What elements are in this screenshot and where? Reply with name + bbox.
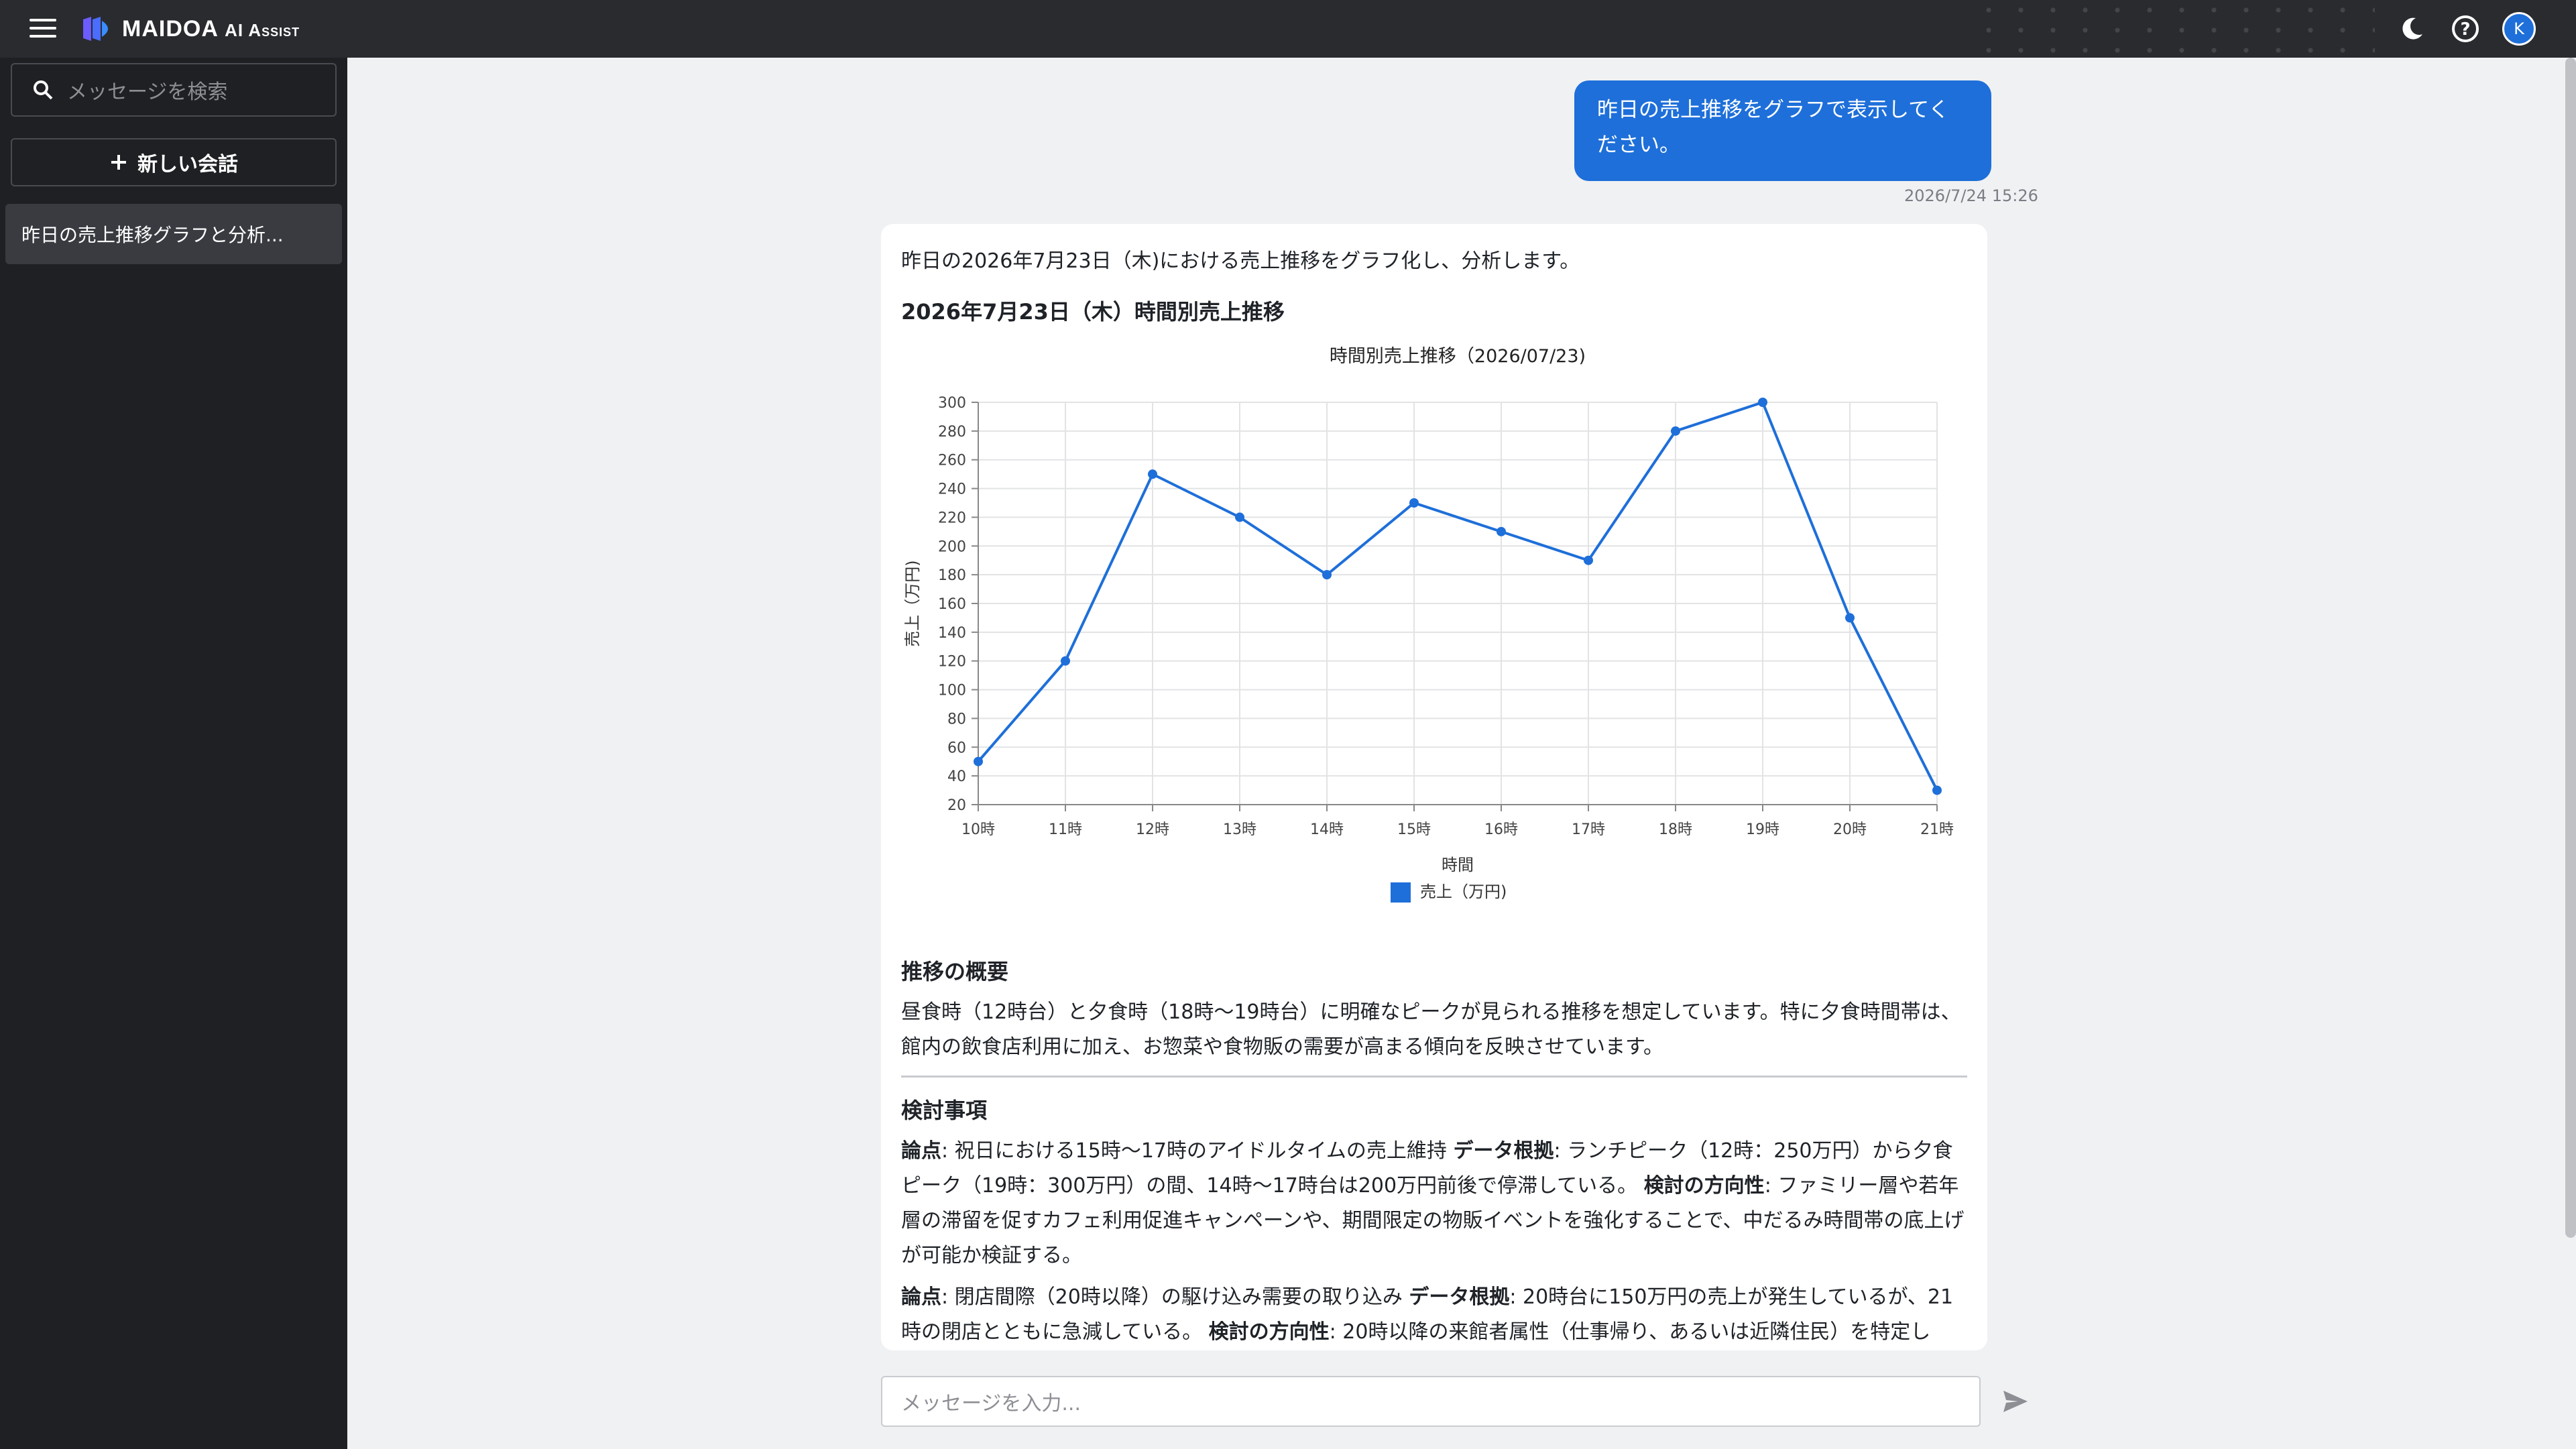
consideration-item: 論点: 祝日における15時〜17時のアイドルタイムの売上維持 データ根拠: ラン… bbox=[901, 1139, 1965, 1267]
x-tick-label: 16時 bbox=[1484, 821, 1518, 838]
y-tick-label: 20 bbox=[947, 797, 966, 814]
search-input[interactable]: メッセージを検索 bbox=[11, 63, 337, 117]
new-chat-label: 新しい会話 bbox=[137, 153, 238, 176]
y-tick-label: 200 bbox=[938, 538, 966, 555]
sales-chart: 時間別売上推移（2026/07/23) 20 40 60 80 100 120 140 160 1… bbox=[901, 335, 1967, 939]
x-tick-label: 12時 bbox=[1136, 821, 1169, 838]
data-point bbox=[1845, 613, 1855, 623]
message-timestamp: 2026/7/24 15:26 bbox=[1904, 186, 2038, 205]
y-tick-label: 160 bbox=[938, 596, 966, 613]
help-icon[interactable]: ? bbox=[2449, 12, 2482, 46]
decorative-pattern bbox=[1973, 0, 2375, 58]
data-point bbox=[1148, 469, 1157, 479]
chart-heading: 2026年7月23日（木）時間別売上推移 bbox=[901, 299, 1285, 325]
y-tick-label: 40 bbox=[947, 768, 966, 785]
data-point bbox=[1061, 656, 1070, 666]
y-tick-label: 60 bbox=[947, 740, 966, 756]
y-tick-label: 80 bbox=[947, 711, 966, 728]
message-input[interactable]: メッセージを入力... bbox=[881, 1376, 1981, 1427]
summary-heading: 推移の概要 bbox=[901, 959, 1009, 984]
conversation-item[interactable]: 昨日の売上推移グラフと分析... bbox=[5, 204, 342, 264]
assistant-intro: 昨日の2026年7月23日（木)における売上推移をグラフ化し、分析します。 bbox=[901, 249, 1580, 273]
data-point bbox=[1671, 426, 1680, 436]
menu-icon[interactable] bbox=[30, 19, 56, 39]
divider bbox=[901, 1076, 1967, 1078]
search-icon bbox=[34, 80, 53, 100]
x-tick-label: 10時 bbox=[961, 821, 995, 838]
summary-text: 昼食時（12時台）と夕食時（18時〜19時台）に明確なピークが見られる推移を想定… bbox=[901, 1000, 1961, 1059]
y-tick-label: 140 bbox=[938, 625, 966, 642]
app-logo[interactable]: MAIDOA AI Assist bbox=[80, 13, 300, 44]
data-point bbox=[1932, 785, 1942, 795]
sidebar: メッセージを検索 新しい会話 昨日の売上推移グラフと分析... bbox=[0, 58, 347, 1449]
logo-mark-icon bbox=[83, 17, 108, 41]
chart-title: 時間別売上推移（2026/07/23) bbox=[1330, 346, 1586, 367]
data-point bbox=[1584, 555, 1593, 565]
x-tick-label: 18時 bbox=[1659, 821, 1692, 838]
x-tick-label: 14時 bbox=[1310, 821, 1344, 838]
data-point bbox=[1409, 498, 1419, 508]
legend-label: 売上（万円) bbox=[1420, 882, 1507, 901]
assistant-message: 昨日の2026年7月23日（木)における売上推移をグラフ化し、分析します。 20… bbox=[881, 224, 1987, 1350]
chart-svg: 時間別売上推移（2026/07/23) 20 40 60 80 100 120 140 160 1… bbox=[903, 346, 1954, 903]
dark-mode-icon[interactable] bbox=[2395, 12, 2428, 46]
y-axis-label: 売上（万円) bbox=[903, 560, 922, 646]
x-axis-label: 時間 bbox=[1442, 856, 1474, 874]
user-message: 昨日の売上推移をグラフで表示してください。 bbox=[1574, 80, 1991, 181]
app-name: MAIDOA AI Assist bbox=[122, 15, 300, 42]
y-tick-label: 240 bbox=[938, 481, 966, 498]
legend-swatch bbox=[1391, 882, 1411, 903]
plus-icon bbox=[111, 155, 126, 170]
search-placeholder: メッセージを検索 bbox=[67, 80, 228, 104]
data-point bbox=[1758, 398, 1767, 407]
x-tick-label: 15時 bbox=[1397, 821, 1431, 838]
data-point bbox=[1322, 570, 1332, 580]
y-tick-label: 280 bbox=[938, 424, 966, 441]
data-point bbox=[1497, 526, 1506, 536]
consideration-item: 論点: 閉店間際（20時以降）の駆け込み需要の取り込み データ根拠: 20時台に… bbox=[901, 1285, 1954, 1344]
y-tick-label: 260 bbox=[938, 453, 966, 469]
x-tick-label: 19時 bbox=[1746, 821, 1779, 838]
scrollbar[interactable] bbox=[2565, 58, 2576, 1238]
data-point bbox=[974, 756, 983, 766]
y-tick-label: 220 bbox=[938, 510, 966, 526]
svg-text:?: ? bbox=[2460, 19, 2470, 40]
top-bar: MAIDOA AI Assist ? K bbox=[0, 0, 2576, 58]
x-tick-label: 20時 bbox=[1833, 821, 1867, 838]
considerations-heading: 検討事項 bbox=[901, 1098, 988, 1123]
y-tick-label: 180 bbox=[938, 567, 966, 584]
x-tick-label: 11時 bbox=[1049, 821, 1082, 838]
y-tick-label: 100 bbox=[938, 683, 966, 699]
new-chat-button[interactable]: 新しい会話 bbox=[11, 138, 337, 186]
send-icon[interactable] bbox=[2001, 1387, 2030, 1416]
user-avatar[interactable]: K bbox=[2502, 12, 2536, 46]
x-tick-label: 17時 bbox=[1572, 821, 1605, 838]
x-tick-label: 13時 bbox=[1223, 821, 1256, 838]
y-tick-label: 300 bbox=[938, 395, 966, 412]
x-tick-label: 21時 bbox=[1920, 821, 1954, 838]
y-tick-label: 120 bbox=[938, 654, 966, 671]
series-line bbox=[977, 400, 1938, 791]
data-point bbox=[1235, 512, 1244, 522]
